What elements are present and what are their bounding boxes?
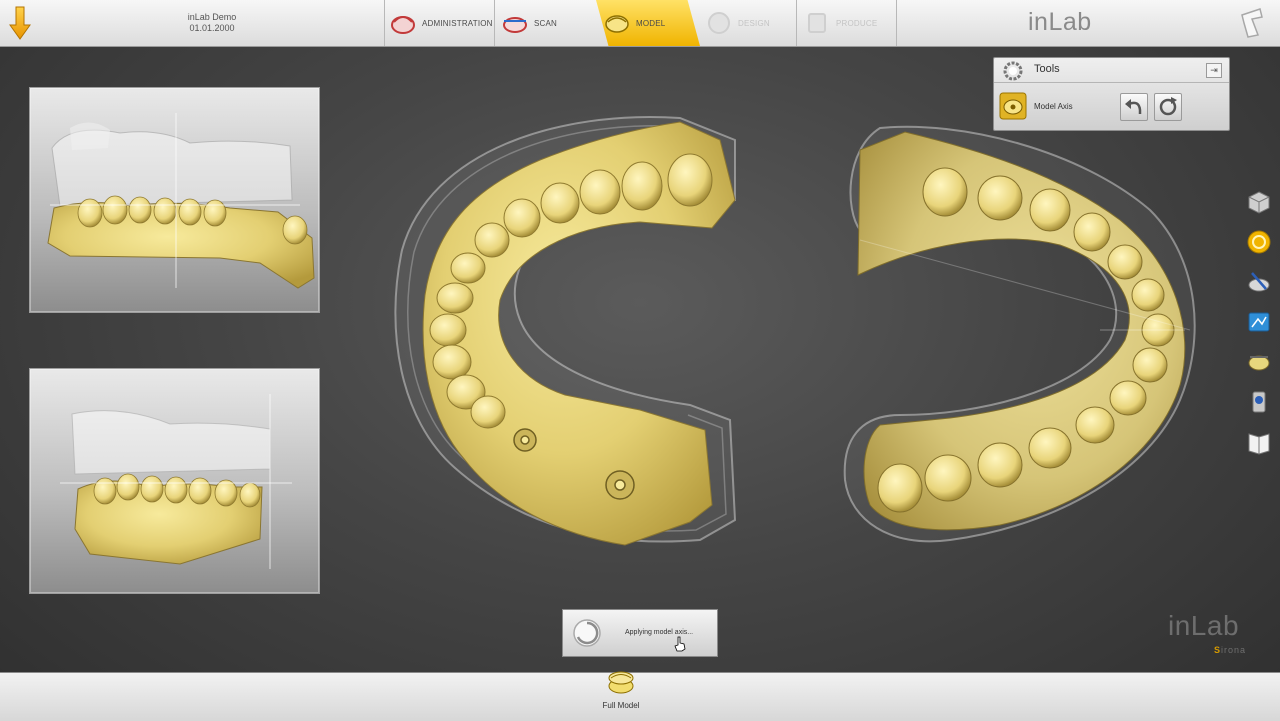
phase-produce: PRODUCE xyxy=(800,0,898,46)
tools-panel-header: Tools ⇥ xyxy=(994,58,1229,83)
model-axis-button[interactable] xyxy=(1246,229,1272,255)
bottom-bar: Full Model xyxy=(0,671,1280,721)
catalog-button[interactable] xyxy=(1246,429,1272,455)
wand-icon[interactable] xyxy=(1238,7,1266,39)
model-axis-icon xyxy=(1247,230,1271,254)
administration-icon xyxy=(391,16,415,34)
phase-administration[interactable]: ADMINISTRATION xyxy=(386,0,496,46)
phase-separator xyxy=(796,0,797,46)
watermark-sub-prefix: S xyxy=(1214,645,1222,655)
hand-cursor-icon xyxy=(674,636,686,652)
phase-label: MODEL xyxy=(636,18,666,28)
full-model-label: Full Model xyxy=(602,701,640,710)
trim-button[interactable] xyxy=(1246,269,1272,295)
view-icon xyxy=(1248,312,1270,332)
analysis-icon xyxy=(1252,391,1266,413)
side-view-preview-lower[interactable] xyxy=(29,368,320,594)
side-view-model xyxy=(60,394,292,569)
brand-logo: inLab xyxy=(1028,8,1092,36)
produce-icon xyxy=(808,13,826,33)
phase-model[interactable]: MODEL xyxy=(596,0,700,46)
model-icon xyxy=(605,15,629,33)
rotate-button[interactable] xyxy=(1154,93,1182,121)
phase-label: ADMINISTRATION xyxy=(422,18,493,28)
upper-jaw-model[interactable] xyxy=(843,125,1196,543)
tools-panel-title: Tools xyxy=(1034,63,1060,75)
phase-separator xyxy=(896,0,897,46)
watermark-sub-rest: irona xyxy=(1221,645,1247,655)
design-icon xyxy=(708,12,730,34)
occlusion-icon xyxy=(1248,355,1270,371)
tools-panel: Tools ⇥ Model Axis xyxy=(993,57,1230,131)
spinner-icon xyxy=(573,619,601,647)
phase-design: DESIGN xyxy=(702,0,798,46)
undo-icon xyxy=(1125,99,1142,114)
phase-label: PRODUCE xyxy=(836,18,878,28)
top-bar: inLab Demo 01.01.2000 ADMINISTRATION SCA… xyxy=(0,0,1280,47)
trim-icon xyxy=(1248,272,1270,292)
phase-separator xyxy=(494,0,495,46)
case-info: inLab Demo 01.01.2000 xyxy=(150,12,274,34)
watermark-logo: inLab xyxy=(1168,610,1240,641)
case-date: 01.01.2000 xyxy=(189,23,235,33)
occlusion-button[interactable] xyxy=(1246,349,1272,375)
watermark-sub: Sirona xyxy=(1214,645,1246,655)
phase-scan[interactable]: SCAN xyxy=(498,0,598,46)
side-view-preview-upper[interactable] xyxy=(29,87,320,313)
model-axis-icon[interactable] xyxy=(999,92,1027,120)
tools-ring-icon xyxy=(1003,61,1023,81)
case-name: inLab Demo xyxy=(187,12,237,22)
catalog-icon xyxy=(1248,433,1270,455)
undo-button[interactable] xyxy=(1120,93,1148,121)
back-arrow-icon[interactable] xyxy=(8,5,32,41)
rotate-icon xyxy=(1159,97,1177,116)
progress-toast: Applying model axis... xyxy=(562,609,718,657)
full-model-icon[interactable] xyxy=(606,667,636,697)
phase-label: DESIGN xyxy=(738,18,770,28)
view-button[interactable] xyxy=(1246,309,1272,335)
model-axis-label: Model Axis xyxy=(1034,102,1073,111)
analysis-button[interactable] xyxy=(1246,389,1272,415)
pin-panel-icon[interactable]: ⇥ xyxy=(1206,63,1222,78)
scan-icon xyxy=(503,17,527,33)
side-view-model xyxy=(47,113,315,289)
phase-separator xyxy=(384,0,385,46)
progress-text: Applying model axis... xyxy=(625,629,694,636)
cube-view-button[interactable] xyxy=(1246,189,1272,215)
lower-jaw-model[interactable] xyxy=(394,116,737,546)
cube-view-icon xyxy=(1248,191,1270,214)
phase-label: SCAN xyxy=(534,18,558,28)
